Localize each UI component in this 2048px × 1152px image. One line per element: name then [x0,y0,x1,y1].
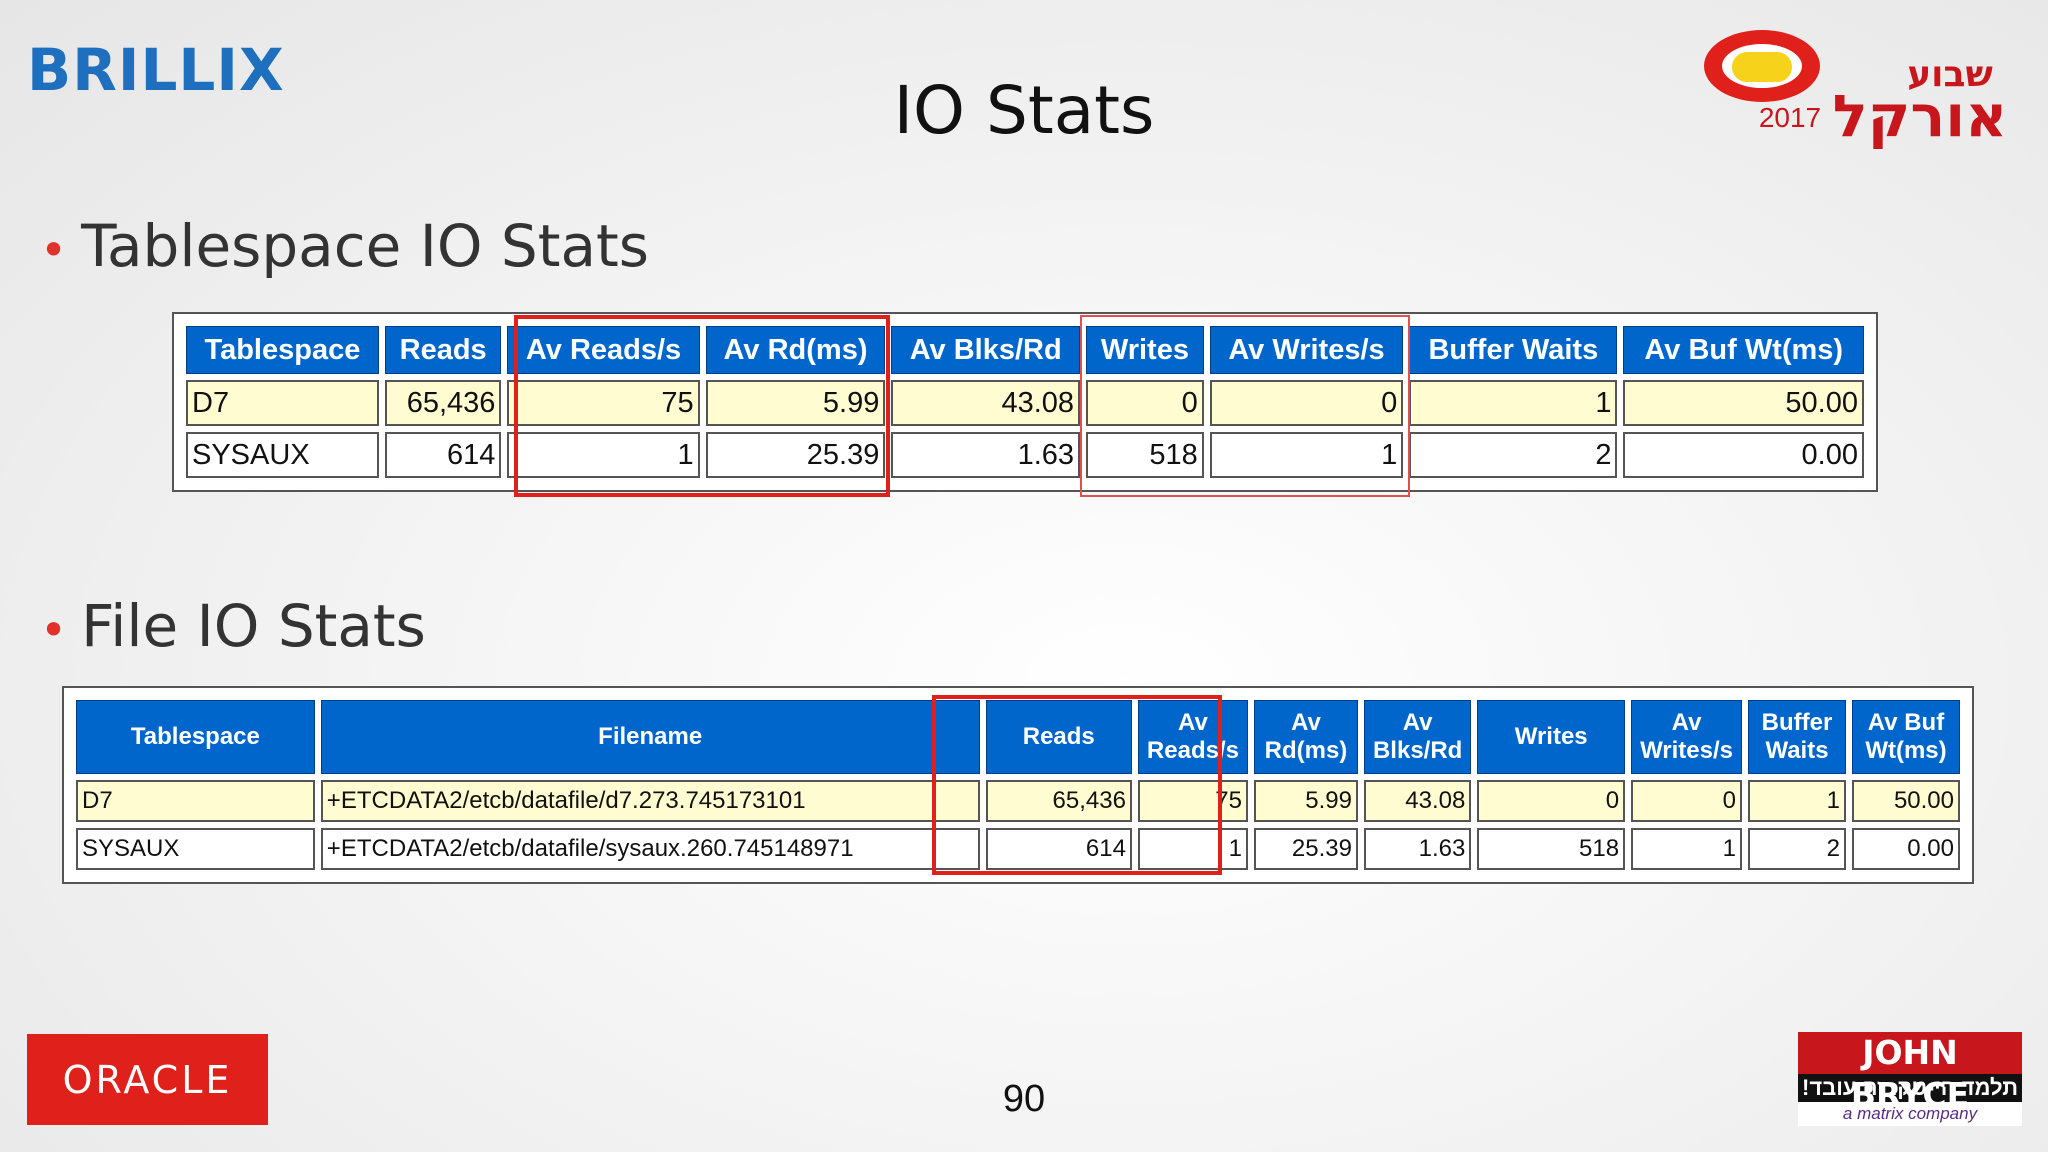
table-cell: 50.00 [1852,780,1960,822]
table-cell: 5.99 [1253,780,1358,822]
table-cell: 1 [1409,380,1618,426]
tablespace-io-table: Tablespace Reads Av Reads/s Av Rd(ms) Av… [172,312,1878,492]
table-row: SYSAUX 614 1 25.39 1.63 518 1 2 0.00 [186,432,1864,478]
table-cell: 0 [1477,780,1626,822]
table-cell: 1 [1631,828,1742,870]
table-cell: 43.08 [1363,780,1472,822]
table-cell: D7 [186,380,379,426]
col-header: Tablespace [186,326,379,374]
col-header: Av Blks/Rd [1363,700,1472,774]
table-cell: 0 [1631,780,1742,822]
col-header: Filename [320,700,980,774]
table-cell: 25.39 [1253,828,1358,870]
col-header: Writes [1477,700,1626,774]
col-header: Av Buf Wt(ms) [1623,326,1864,374]
col-header: Av Buf Wt(ms) [1852,700,1960,774]
table-row: D7 65,436 75 5.99 43.08 0 0 1 50.00 [186,380,1864,426]
table-cell: 0.00 [1623,432,1864,478]
table-header-row: Tablespace Reads Av Reads/s Av Rd(ms) Av… [186,326,1864,374]
highlight-box-file-reads [932,695,1222,875]
table-cell: 1.63 [1363,828,1472,870]
bullet-file-io-stats: • File IO Stats [40,592,426,660]
table-cell: SYSAUX [76,828,315,870]
col-header: Buffer Waits [1748,700,1846,774]
table-cell: 1 [1748,780,1846,822]
col-header: Av Rd(ms) [1253,700,1358,774]
col-header: Buffer Waits [1409,326,1618,374]
page-number: 90 [1002,1078,1046,1120]
table-cell: 0.00 [1852,828,1960,870]
bullet-dot-icon: • [40,222,68,277]
table-cell: SYSAUX [186,432,379,478]
col-header: Av Blks/Rd [891,326,1081,374]
slide-title: IO Stats [893,72,1155,149]
table-cell: +ETCDATA2/etcb/datafile/sysaux.260.74514… [320,828,980,870]
highlight-box-reads [514,315,890,497]
bullet-dot-icon: • [40,602,68,657]
bullet-tablespace-io-stats: • Tablespace IO Stats [40,212,649,280]
table-cell: +ETCDATA2/etcb/datafile/d7.273.745173101 [320,780,980,822]
table-cell: 2 [1748,828,1846,870]
table-cell: 614 [384,432,502,478]
table-cell: 2 [1409,432,1618,478]
john-bryce-logo: JOHN BRYCE תלמד הי-טק. זה עובד! a matrix… [1798,1032,2022,1126]
table-cell: 65,436 [384,380,502,426]
highlight-box-writes [1080,315,1410,497]
col-header: Tablespace [76,700,315,774]
table-cell: D7 [76,780,315,822]
table-cell: 43.08 [891,380,1081,426]
col-header: Av Writes/s [1631,700,1742,774]
table-cell: 1.63 [891,432,1081,478]
table-cell: 518 [1477,828,1626,870]
col-header: Reads [384,326,502,374]
table-cell: 50.00 [1623,380,1864,426]
